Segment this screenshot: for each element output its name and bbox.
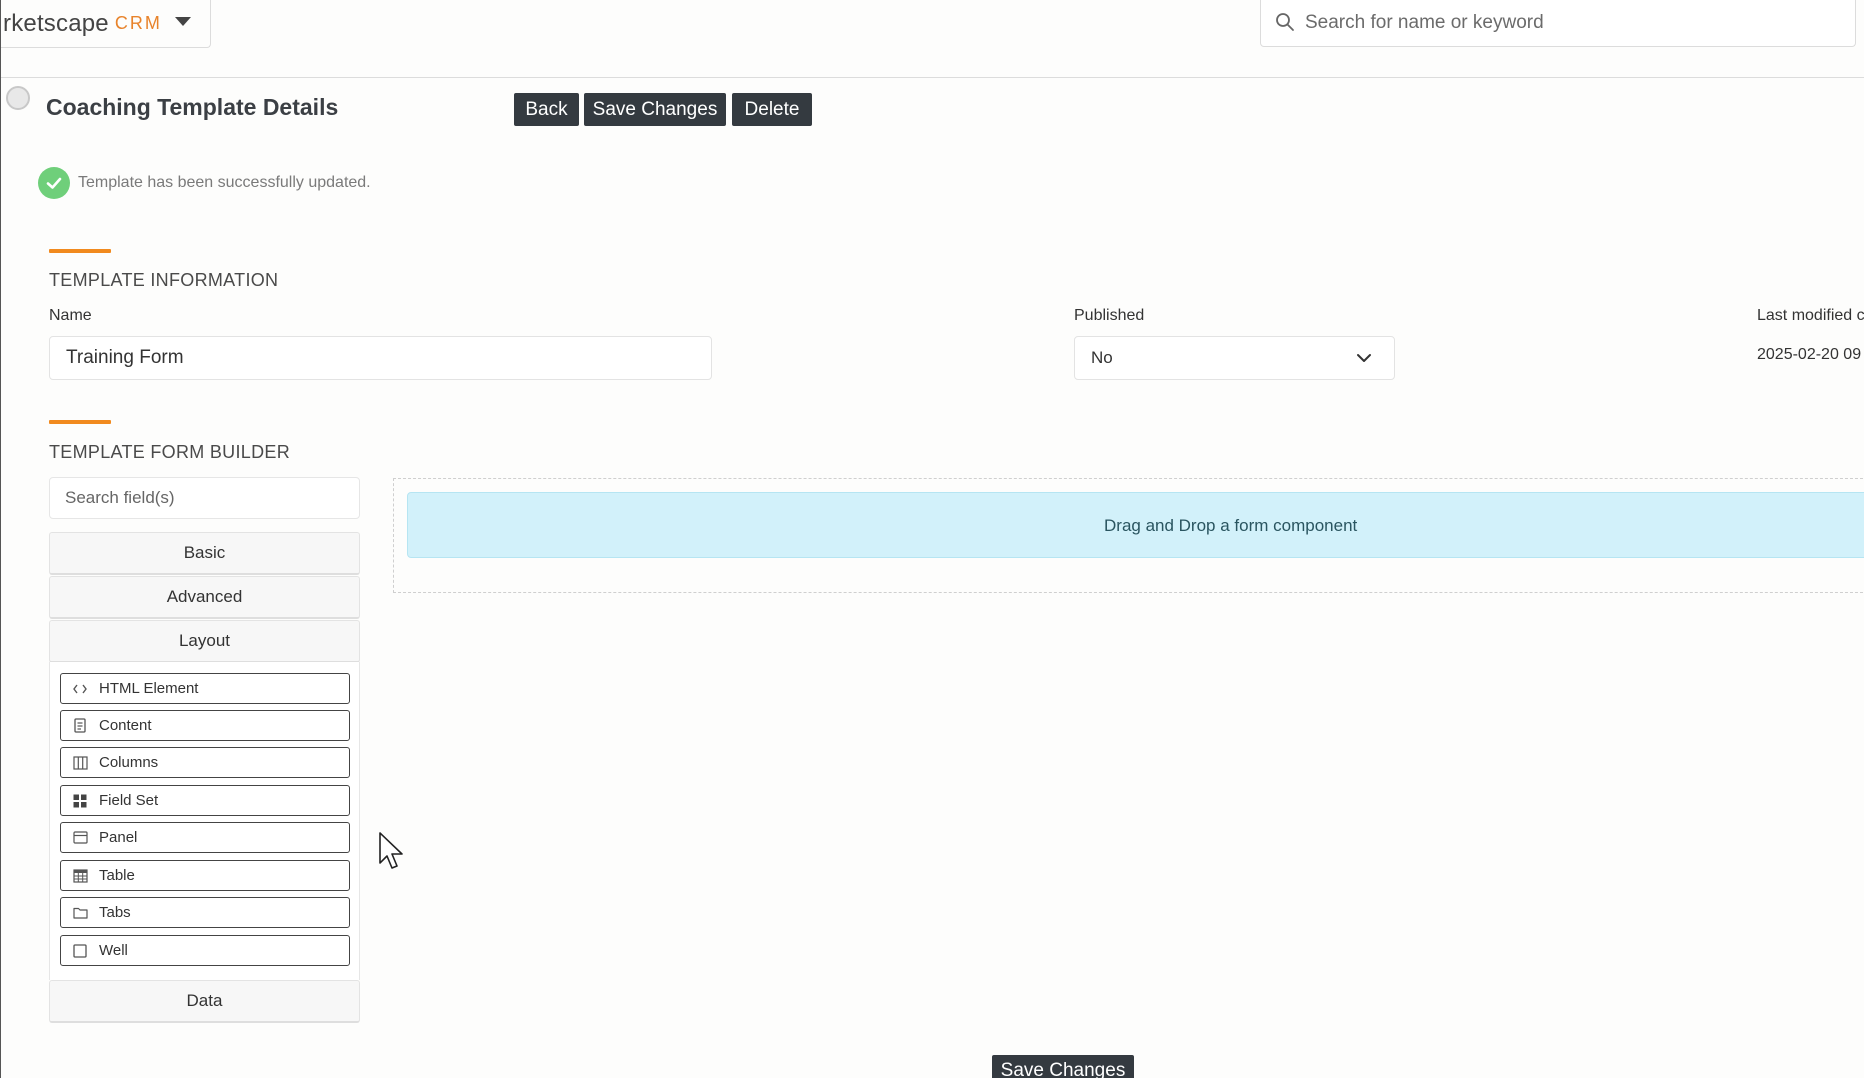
chevron-down-icon	[1356, 350, 1372, 371]
component-columns[interactable]: Columns	[60, 747, 350, 778]
group-data[interactable]: Data	[49, 980, 360, 1023]
columns-icon	[72, 755, 88, 771]
name-field[interactable]: Training Form	[49, 336, 712, 380]
alert-message: Template has been successfully updated.	[78, 174, 371, 191]
brand-switcher[interactable]: rketscape CRM	[1, 0, 211, 48]
name-field-value: Training Form	[66, 347, 184, 368]
folder-icon	[72, 905, 88, 921]
table-icon	[72, 868, 88, 884]
grid-icon	[72, 793, 88, 809]
field-search-input[interactable]	[50, 478, 359, 518]
drop-placeholder-text: Drag and Drop a form component	[1104, 516, 1358, 535]
published-label: Published	[1074, 307, 1145, 324]
component-table[interactable]: Table	[60, 860, 350, 891]
brand-name: rketscape	[3, 9, 109, 37]
section-accent-bar	[49, 249, 111, 253]
app-frame: rketscape CRM Coaching Template Details …	[0, 0, 1864, 1078]
last-modified-label: Last modified c	[1757, 307, 1864, 324]
save-changes-button[interactable]: Save Changes	[584, 93, 726, 126]
form-builder-title: TEMPLATE FORM BUILDER	[49, 442, 290, 462]
mouse-cursor-icon	[378, 831, 404, 876]
name-label: Name	[49, 307, 92, 324]
section-accent-bar	[49, 420, 111, 424]
component-label: Tabs	[99, 904, 131, 921]
component-label: Table	[99, 867, 135, 884]
code-icon	[72, 681, 88, 697]
component-label: Panel	[99, 829, 138, 846]
file-text-icon	[72, 718, 88, 734]
back-arrow-icon[interactable]	[6, 86, 30, 110]
component-well[interactable]: Well	[60, 935, 350, 966]
check-circle-icon	[38, 167, 70, 199]
group-basic[interactable]: Basic	[49, 532, 360, 575]
success-alert: Template has been successfully updated.	[38, 167, 371, 199]
delete-button[interactable]: Delete	[732, 93, 812, 126]
last-modified-value: 2025-02-20 09	[1757, 346, 1862, 363]
component-tabs[interactable]: Tabs	[60, 897, 350, 928]
component-content[interactable]: Content	[60, 710, 350, 741]
caret-down-icon[interactable]	[175, 17, 191, 26]
square-icon	[72, 943, 88, 959]
component-panel[interactable]: Panel	[60, 822, 350, 853]
component-label: Content	[99, 717, 152, 734]
top-bar: rketscape CRM	[1, 0, 1864, 78]
published-select-value: No	[1091, 348, 1113, 367]
field-search[interactable]	[49, 477, 360, 519]
component-label: Well	[99, 942, 128, 959]
save-changes-bottom-button[interactable]: Save Changes	[992, 1055, 1134, 1078]
global-search-input[interactable]	[1305, 6, 1845, 40]
panel-icon	[72, 830, 88, 846]
published-select[interactable]: No	[1074, 336, 1395, 380]
group-advanced[interactable]: Advanced	[49, 576, 360, 619]
group-layout[interactable]: Layout	[49, 620, 360, 663]
search-icon	[1275, 12, 1295, 37]
component-label: Field Set	[99, 792, 159, 809]
component-label: Columns	[99, 754, 159, 771]
page-title: Coaching Template Details	[46, 94, 339, 120]
global-search[interactable]	[1260, 0, 1856, 47]
component-field-set[interactable]: Field Set	[60, 785, 350, 816]
template-info-title: TEMPLATE INFORMATION	[49, 270, 279, 290]
brand-suffix: CRM	[114, 13, 162, 33]
back-button[interactable]: Back	[514, 93, 579, 126]
component-label: HTML Element	[99, 680, 199, 697]
component-html-element[interactable]: HTML Element	[60, 673, 350, 704]
